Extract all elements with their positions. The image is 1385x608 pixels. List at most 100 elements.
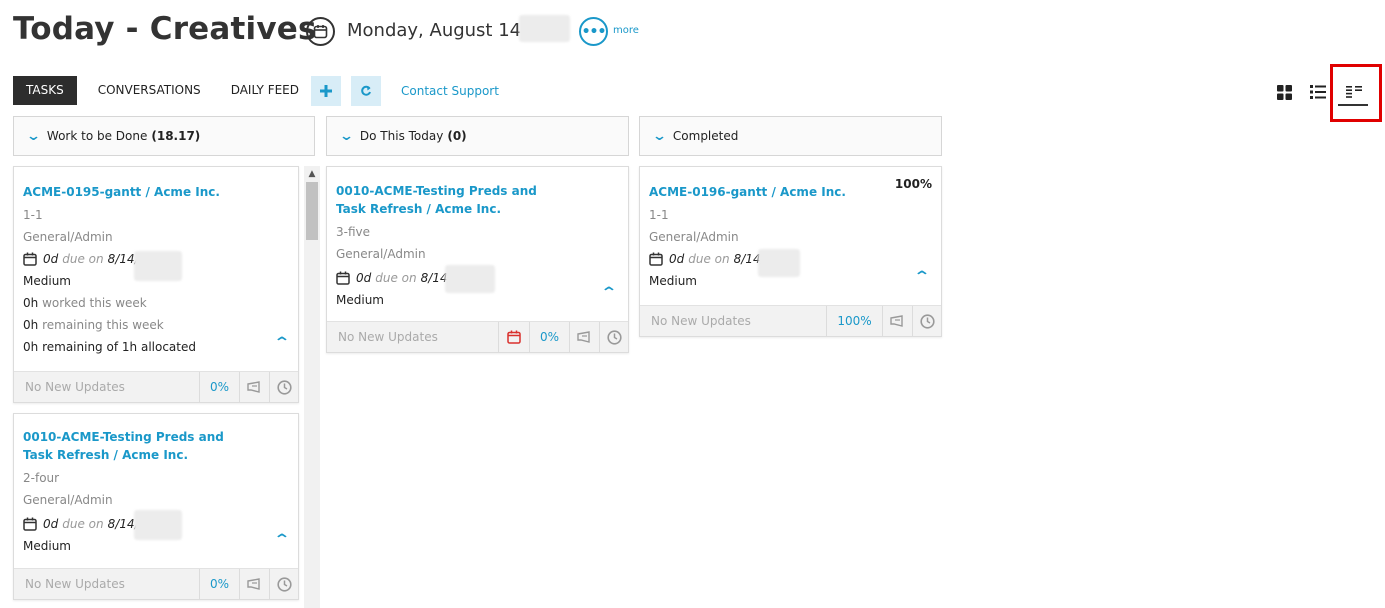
redacted-year bbox=[134, 251, 182, 281]
message-icon[interactable] bbox=[882, 305, 912, 337]
worked-label: worked this week bbox=[42, 296, 147, 310]
due-label: due on bbox=[62, 517, 104, 531]
task-subtitle: 1-1 bbox=[649, 208, 669, 222]
current-date: Monday, August 14, bbox=[347, 20, 527, 41]
task-card[interactable]: 0010-ACME-Testing Preds and Task Refresh… bbox=[326, 166, 629, 353]
calendar-icon[interactable] bbox=[23, 517, 37, 531]
updates-status: No New Updates bbox=[338, 330, 438, 344]
task-card[interactable]: ACME-0196-gantt / Acme Inc. 1-1 General/… bbox=[639, 166, 942, 337]
card-footer: No New Updates 0% bbox=[14, 568, 298, 600]
grid-view-icon[interactable] bbox=[1273, 81, 1295, 103]
more-options-icon[interactable]: ••• bbox=[579, 17, 608, 46]
add-task-button[interactable] bbox=[311, 76, 341, 106]
task-category: General/Admin bbox=[23, 230, 113, 244]
task-title-link[interactable]: 0010-ACME-Testing Preds and Task Refresh… bbox=[23, 428, 243, 464]
updates-status: No New Updates bbox=[651, 314, 751, 328]
card-footer: No New Updates 0% bbox=[327, 321, 628, 353]
clock-icon[interactable] bbox=[599, 321, 628, 353]
worked-value: 0h bbox=[23, 296, 39, 310]
task-duration: 0d bbox=[669, 252, 685, 266]
card-footer: No New Updates 0% bbox=[14, 371, 298, 403]
worked-this-week: 0h worked this week bbox=[23, 292, 289, 314]
tab-tasks[interactable]: TASKS bbox=[13, 76, 77, 105]
column-header-work-to-be-done[interactable]: ⌄ Work to be Done (18.17) bbox=[13, 116, 315, 156]
due-label: due on bbox=[62, 252, 104, 266]
calendar-icon[interactable] bbox=[306, 17, 335, 46]
message-icon[interactable] bbox=[239, 568, 269, 600]
chevron-down-icon: ⌄ bbox=[651, 128, 668, 144]
remaining-of-allocated: 0h remaining of 1h allocated bbox=[23, 336, 289, 358]
collapse-chevron-icon[interactable]: ⌃ bbox=[913, 269, 931, 285]
task-title-link[interactable]: ACME-0195-gantt / Acme Inc. bbox=[23, 183, 289, 201]
task-subtitle: 2-four bbox=[23, 471, 60, 485]
collapse-chevron-icon[interactable]: ⌃ bbox=[273, 532, 291, 548]
remaining-value: 0h bbox=[23, 318, 39, 332]
tab-conversations[interactable]: CONVERSATIONS bbox=[85, 76, 214, 105]
list-view-icon[interactable] bbox=[1307, 81, 1329, 103]
redacted-year bbox=[445, 265, 495, 293]
column-header-completed[interactable]: ⌄ Completed bbox=[639, 116, 942, 156]
remaining-of-value: 0h bbox=[23, 340, 39, 354]
message-icon[interactable] bbox=[569, 321, 599, 353]
page-title: Today - Creatives bbox=[13, 11, 317, 47]
due-label: due on bbox=[375, 271, 417, 285]
board-view-icon[interactable] bbox=[1343, 81, 1365, 103]
clock-icon[interactable] bbox=[912, 305, 941, 337]
progress-percent[interactable]: 0% bbox=[199, 568, 239, 600]
message-icon[interactable] bbox=[239, 371, 269, 403]
column-count: (0) bbox=[447, 129, 467, 143]
task-category: General/Admin bbox=[23, 493, 113, 507]
task-subtitle: 3-five bbox=[336, 225, 371, 239]
task-subtitle: 1-1 bbox=[23, 208, 43, 222]
remaining-label: remaining this week bbox=[42, 318, 164, 332]
allocated-value: 1h bbox=[121, 340, 138, 354]
updates-status: No New Updates bbox=[25, 380, 125, 394]
progress-percent[interactable]: 0% bbox=[199, 371, 239, 403]
active-view-underline bbox=[1338, 104, 1368, 106]
task-card[interactable]: 0010-ACME-Testing Preds and Task Refresh… bbox=[13, 413, 299, 600]
calendar-icon[interactable] bbox=[336, 271, 350, 285]
column-label: Do This Today bbox=[359, 129, 444, 143]
task-card[interactable]: ACME-0195-gantt / Acme Inc. 1-1 General/… bbox=[13, 166, 299, 403]
task-category: General/Admin bbox=[336, 247, 426, 261]
contact-support-link[interactable]: Contact Support bbox=[401, 84, 499, 98]
column-scrollbar[interactable]: ▲ bbox=[304, 166, 320, 608]
task-category: General/Admin bbox=[649, 230, 739, 244]
card-footer: No New Updates 100% bbox=[640, 305, 941, 337]
task-duration: 0d bbox=[356, 271, 372, 285]
overdue-calendar-icon[interactable] bbox=[498, 321, 529, 353]
refresh-icon bbox=[361, 85, 371, 96]
collapse-chevron-icon[interactable]: ⌃ bbox=[600, 285, 618, 301]
calendar-icon[interactable] bbox=[23, 252, 37, 266]
updates-status: No New Updates bbox=[25, 577, 125, 591]
column-label: Completed bbox=[672, 129, 739, 143]
refresh-button[interactable] bbox=[351, 76, 381, 106]
clock-icon[interactable] bbox=[269, 568, 298, 600]
chevron-down-icon: ⌄ bbox=[338, 128, 355, 144]
completion-percent: 100% bbox=[894, 177, 932, 191]
task-duration: 0d bbox=[43, 517, 59, 531]
redacted-year bbox=[758, 249, 800, 277]
chevron-down-icon: ⌄ bbox=[25, 128, 42, 144]
progress-percent[interactable]: 100% bbox=[826, 305, 882, 337]
clock-icon[interactable] bbox=[269, 371, 298, 403]
scroll-up-arrow-icon[interactable]: ▲ bbox=[304, 166, 320, 182]
remaining-this-week: 0h remaining this week bbox=[23, 314, 289, 336]
more-link[interactable]: more bbox=[613, 25, 639, 36]
task-title-link[interactable]: 0010-ACME-Testing Preds and Task Refresh… bbox=[336, 182, 556, 218]
allocated-label: allocated bbox=[140, 340, 196, 354]
collapse-chevron-icon[interactable]: ⌃ bbox=[273, 335, 291, 351]
remaining-of-label: remaining of bbox=[42, 340, 119, 354]
column-label: Work to be Done bbox=[46, 129, 148, 143]
redacted-year bbox=[134, 510, 182, 540]
calendar-icon[interactable] bbox=[649, 252, 663, 266]
scroll-thumb[interactable] bbox=[306, 182, 318, 240]
plus-icon bbox=[320, 85, 332, 97]
progress-percent[interactable]: 0% bbox=[529, 321, 569, 353]
task-title-link[interactable]: ACME-0196-gantt / Acme Inc. bbox=[649, 183, 932, 201]
tab-daily-feed[interactable]: DAILY FEED bbox=[218, 76, 312, 105]
column-count: (18.17) bbox=[151, 129, 201, 143]
due-label: due on bbox=[688, 252, 730, 266]
column-header-do-this-today[interactable]: ⌄ Do This Today (0) bbox=[326, 116, 629, 156]
view-tabs: TASKS CONVERSATIONS DAILY FEED bbox=[13, 76, 316, 105]
